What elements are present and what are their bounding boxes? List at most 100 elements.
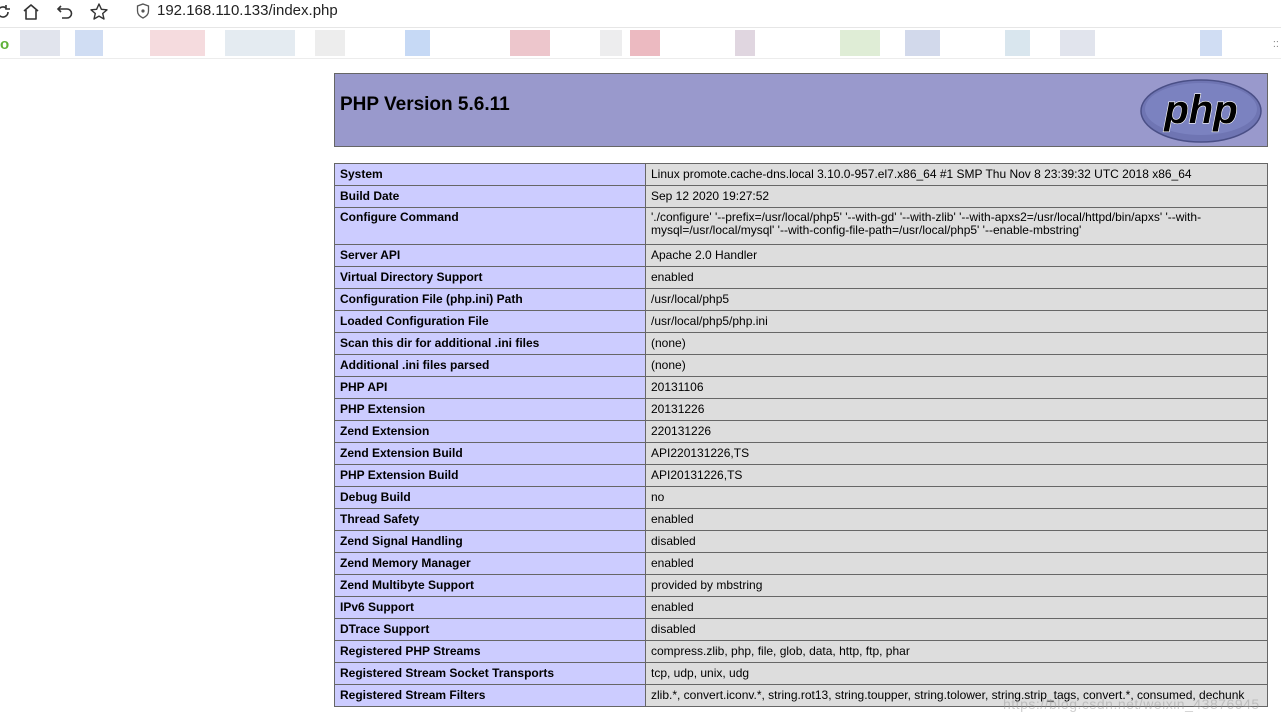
row-value: (none) — [645, 354, 1268, 377]
table-row: Zend Extension Build API220131226,TS — [334, 442, 1268, 465]
row-value: (none) — [645, 332, 1268, 355]
table-row: Registered PHP Streams compress.zlib, php… — [334, 640, 1268, 663]
bookmarks-bar: o :: — [0, 28, 1281, 59]
blurred-bookmark[interactable] — [840, 30, 880, 56]
row-label: Zend Extension — [334, 420, 646, 443]
row-value: disabled — [645, 530, 1268, 553]
row-value: enabled — [645, 266, 1268, 289]
php-logo-text: php — [1163, 88, 1237, 132]
row-label: System — [334, 163, 646, 186]
table-row: Registered Stream Socket Transports tcp, … — [334, 662, 1268, 685]
row-value: enabled — [645, 596, 1268, 619]
table-row: System Linux promote.cache-dns.local 3.10… — [334, 163, 1268, 186]
table-row: PHP Extension 20131226 — [334, 398, 1268, 421]
row-label: Additional .ini files parsed — [334, 354, 646, 377]
table-row: Zend Extension 220131226 — [334, 420, 1268, 443]
table-row: Debug Build no — [334, 486, 1268, 509]
blurred-bookmark[interactable] — [1200, 30, 1222, 56]
row-value: enabled — [645, 552, 1268, 575]
row-label: Zend Memory Manager — [334, 552, 646, 575]
row-label: Scan this dir for additional .ini files — [334, 332, 646, 355]
blurred-bookmark[interactable] — [1060, 30, 1095, 56]
page-title: PHP Version 5.6.11 — [340, 94, 510, 115]
row-value: './configure' '--prefix=/usr/local/php5'… — [645, 207, 1268, 245]
row-value: /usr/local/php5 — [645, 288, 1268, 311]
row-value: 20131226 — [645, 398, 1268, 421]
row-label: Build Date — [334, 185, 646, 208]
blurred-bookmark[interactable] — [225, 30, 295, 56]
table-row: Additional .ini files parsed (none) — [334, 354, 1268, 377]
reload-icon[interactable] — [0, 0, 16, 24]
row-value: 20131106 — [645, 376, 1268, 399]
table-row: Zend Multibyte Support provided by mbstri… — [334, 574, 1268, 597]
row-label: Debug Build — [334, 486, 646, 509]
table-row: IPv6 Support enabled — [334, 596, 1268, 619]
table-row: Virtual Directory Support enabled — [334, 266, 1268, 289]
table-row: Thread Safety enabled — [334, 508, 1268, 531]
table-row: Configure Command './configure' '--prefix… — [334, 207, 1268, 245]
table-row: Loaded Configuration File/usr/local/php5… — [334, 310, 1268, 333]
row-label: Configuration File (php.ini) Path — [334, 288, 646, 311]
watermark-text: https://blog.csdn.net/weixin_43876945 — [1003, 696, 1260, 712]
row-label: Zend Extension Build — [334, 442, 646, 465]
row-label: Virtual Directory Support — [334, 266, 646, 289]
table-row: PHP Extension Build API20131226,TS — [334, 464, 1268, 487]
row-value: Apache 2.0 Handler — [645, 244, 1268, 267]
row-value: no — [645, 486, 1268, 509]
row-label: Thread Safety — [334, 508, 646, 531]
row-label: Registered PHP Streams — [334, 640, 646, 663]
php-logo[interactable]: php — [1140, 79, 1262, 148]
php-version-header: PHP Version 5.6.11 php — [334, 73, 1268, 147]
row-value: 220131226 — [645, 420, 1268, 443]
row-label: Zend Signal Handling — [334, 530, 646, 553]
blurred-bookmark[interactable] — [315, 30, 345, 56]
table-row: Configuration File (php.ini) Path/usr/lo… — [334, 288, 1268, 311]
row-label: PHP Extension Build — [334, 464, 646, 487]
table-row: Build Date Sep 12 2020 19:27:52 — [334, 185, 1268, 208]
address-bar-url[interactable]: 192.168.110.133/index.php — [157, 1, 338, 21]
blurred-bookmark[interactable] — [20, 30, 60, 56]
row-value: disabled — [645, 618, 1268, 641]
blurred-bookmark[interactable] — [75, 30, 103, 56]
row-label: Loaded Configuration File — [334, 310, 646, 333]
row-label: PHP API — [334, 376, 646, 399]
row-label: Registered Stream Socket Transports — [334, 662, 646, 685]
blurred-bookmark[interactable] — [735, 30, 755, 56]
blurred-bookmark[interactable] — [600, 30, 622, 56]
blurred-bookmark[interactable] — [1005, 30, 1030, 56]
row-value: API220131226,TS — [645, 442, 1268, 465]
table-row: Zend Signal Handling disabled — [334, 530, 1268, 553]
row-value: API20131226,TS — [645, 464, 1268, 487]
row-label: Registered Stream Filters — [334, 684, 646, 707]
blurred-bookmark[interactable] — [630, 30, 660, 56]
blurred-bookmark[interactable] — [510, 30, 550, 56]
shield-icon[interactable] — [136, 3, 150, 24]
table-row: PHP API 20131106 — [334, 376, 1268, 399]
bookmark-leading-glyph: o — [0, 36, 10, 53]
home-icon[interactable] — [18, 0, 44, 24]
undo-icon[interactable] — [52, 0, 78, 24]
row-label: PHP Extension — [334, 398, 646, 421]
row-value: Linux promote.cache-dns.local 3.10.0-957… — [645, 163, 1268, 186]
row-value: enabled — [645, 508, 1268, 531]
table-row: Zend Memory Manager enabled — [334, 552, 1268, 575]
blurred-bookmark[interactable] — [905, 30, 940, 56]
table-row: DTrace Support disabled — [334, 618, 1268, 641]
row-value: /usr/local/php5/php.ini — [645, 310, 1268, 333]
star-icon[interactable] — [86, 0, 112, 24]
row-label: IPv6 Support — [334, 596, 646, 619]
row-value: tcp, udp, unix, udg — [645, 662, 1268, 685]
blurred-bookmark[interactable] — [405, 30, 430, 56]
blurred-bookmark[interactable] — [150, 30, 205, 56]
bookmarks-overflow-icon[interactable]: :: — [1273, 38, 1279, 50]
row-label: DTrace Support — [334, 618, 646, 641]
row-label: Configure Command — [334, 207, 646, 245]
table-row: Server API Apache 2.0 Handler — [334, 244, 1268, 267]
row-label: Server API — [334, 244, 646, 267]
table-row: Scan this dir for additional .ini files(… — [334, 332, 1268, 355]
browser-toolbar: 192.168.110.133/index.php — [0, 0, 1281, 28]
row-label: Zend Multibyte Support — [334, 574, 646, 597]
php-info-table: System Linux promote.cache-dns.local 3.10… — [334, 163, 1268, 707]
row-value: Sep 12 2020 19:27:52 — [645, 185, 1268, 208]
row-value: provided by mbstring — [645, 574, 1268, 597]
